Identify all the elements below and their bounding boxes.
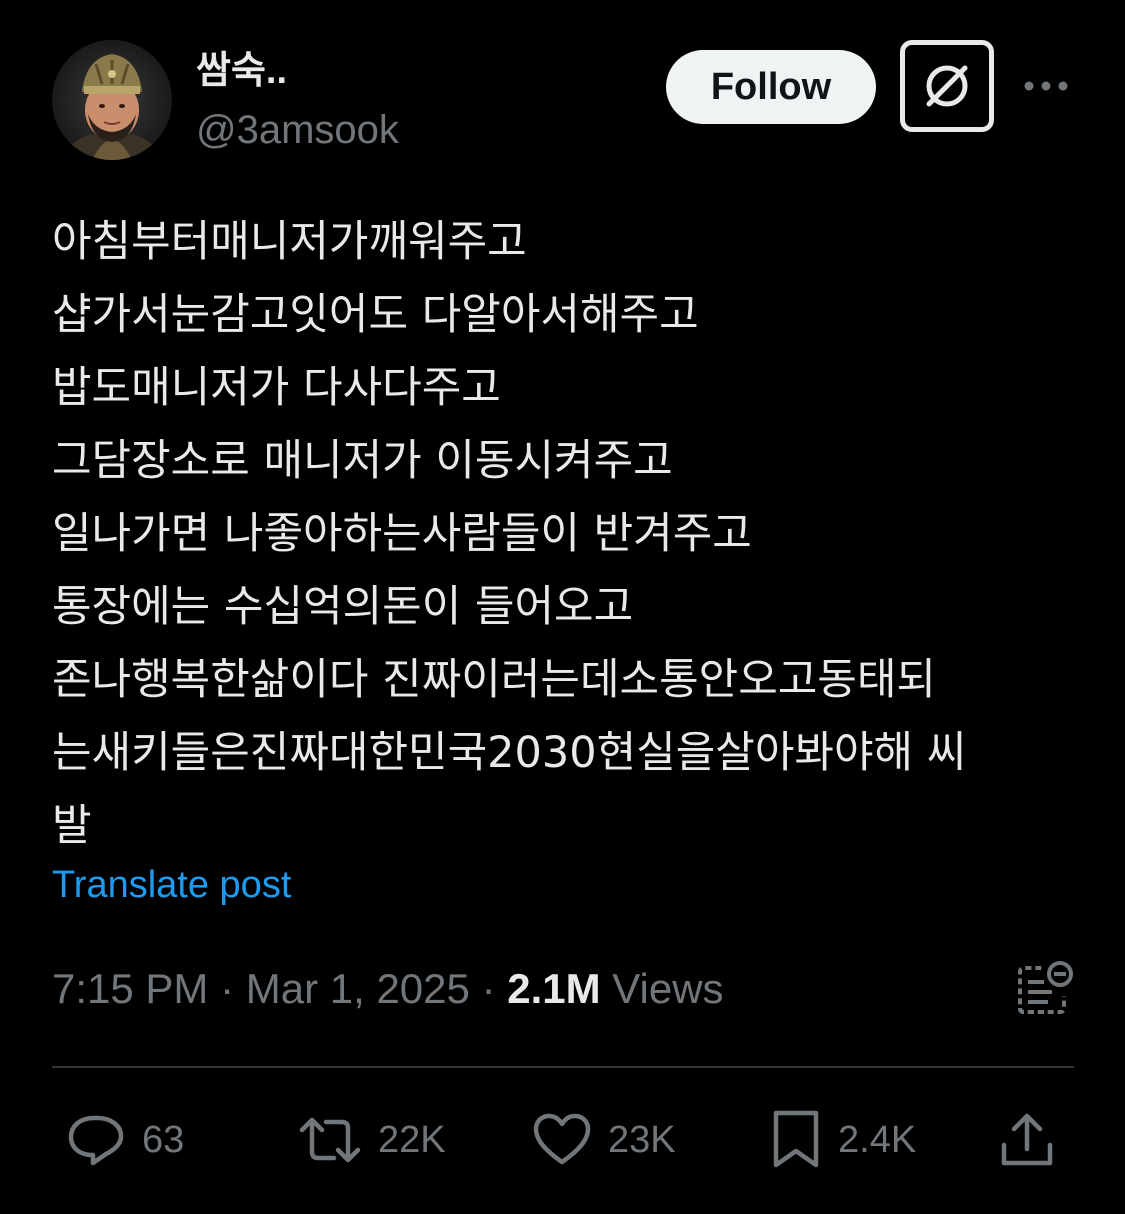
share-icon — [1001, 1113, 1053, 1166]
tweet-text: 아침부터매니저가깨워주고 샵가서눈감고잇어도 다알아서해주고 밥도매니저가 다사… — [52, 206, 1082, 863]
like-button[interactable]: 23K — [532, 1108, 676, 1172]
tweet-meta: 7:15 PM · Mar 1, 2025 · 2.1M Views — [52, 962, 724, 1016]
follow-button[interactable]: Follow — [666, 50, 876, 124]
divider — [52, 1066, 1074, 1068]
reply-icon — [68, 1115, 124, 1166]
tweet-line: 아침부터매니저가깨워주고 — [52, 217, 527, 267]
tweet-line: 통장에는 수십억의돈이 들어오고 — [52, 582, 634, 632]
reply-count: 63 — [142, 1118, 185, 1161]
bookmark-button[interactable]: 2.4K — [770, 1108, 916, 1172]
views-label: Views — [612, 965, 724, 1012]
tweet-line: 존나행복한삶이다 진짜이러는데소통안오고동태되 — [52, 655, 936, 705]
reply-button[interactable]: 63 — [66, 1108, 184, 1172]
grok-button[interactable] — [900, 40, 994, 132]
avatar-image — [52, 40, 172, 160]
tweet-line: 샵가서눈감고잇어도 다알아서해주고 — [52, 290, 699, 340]
repost-count: 22K — [378, 1118, 446, 1161]
more-options-button[interactable] — [1014, 62, 1078, 110]
tweet-line: 일나가면 나좋아하는사람들이 반겨주고 — [52, 509, 752, 559]
meta-separator: · — [208, 965, 246, 1012]
repost-icon — [299, 1117, 361, 1163]
analytics-icon — [1018, 961, 1073, 1014]
views-count: 2.1M — [507, 965, 601, 1012]
display-name[interactable]: 쌈숙.. — [196, 46, 287, 96]
like-count: 23K — [608, 1118, 676, 1161]
bookmark-icon — [773, 1110, 819, 1168]
user-handle[interactable]: @3amsook — [196, 104, 399, 156]
heart-icon — [533, 1113, 591, 1165]
tweet-time[interactable]: 7:15 PM — [52, 965, 208, 1012]
more-icon — [1024, 81, 1068, 91]
tweet-date[interactable]: Mar 1, 2025 — [246, 965, 470, 1012]
tweet-line: 밥도매니저가 다사다주고 — [52, 363, 501, 413]
meta-separator: · — [469, 965, 508, 1012]
tweet-line: 발 — [52, 801, 92, 851]
avatar[interactable] — [52, 40, 172, 160]
share-button[interactable] — [998, 1108, 1056, 1172]
analytics-button[interactable] — [1014, 960, 1076, 1020]
tweet-line: 는새키들은진짜대한민국2030현실을살아봐야해 씨 — [52, 728, 967, 778]
translate-post-link[interactable]: Translate post — [52, 860, 291, 910]
repost-button[interactable]: 22K — [298, 1108, 446, 1172]
bookmark-count: 2.4K — [838, 1118, 917, 1161]
tweet-line: 그담장소로 매니저가 이동시켜주고 — [52, 436, 673, 486]
grok-icon — [926, 65, 968, 107]
